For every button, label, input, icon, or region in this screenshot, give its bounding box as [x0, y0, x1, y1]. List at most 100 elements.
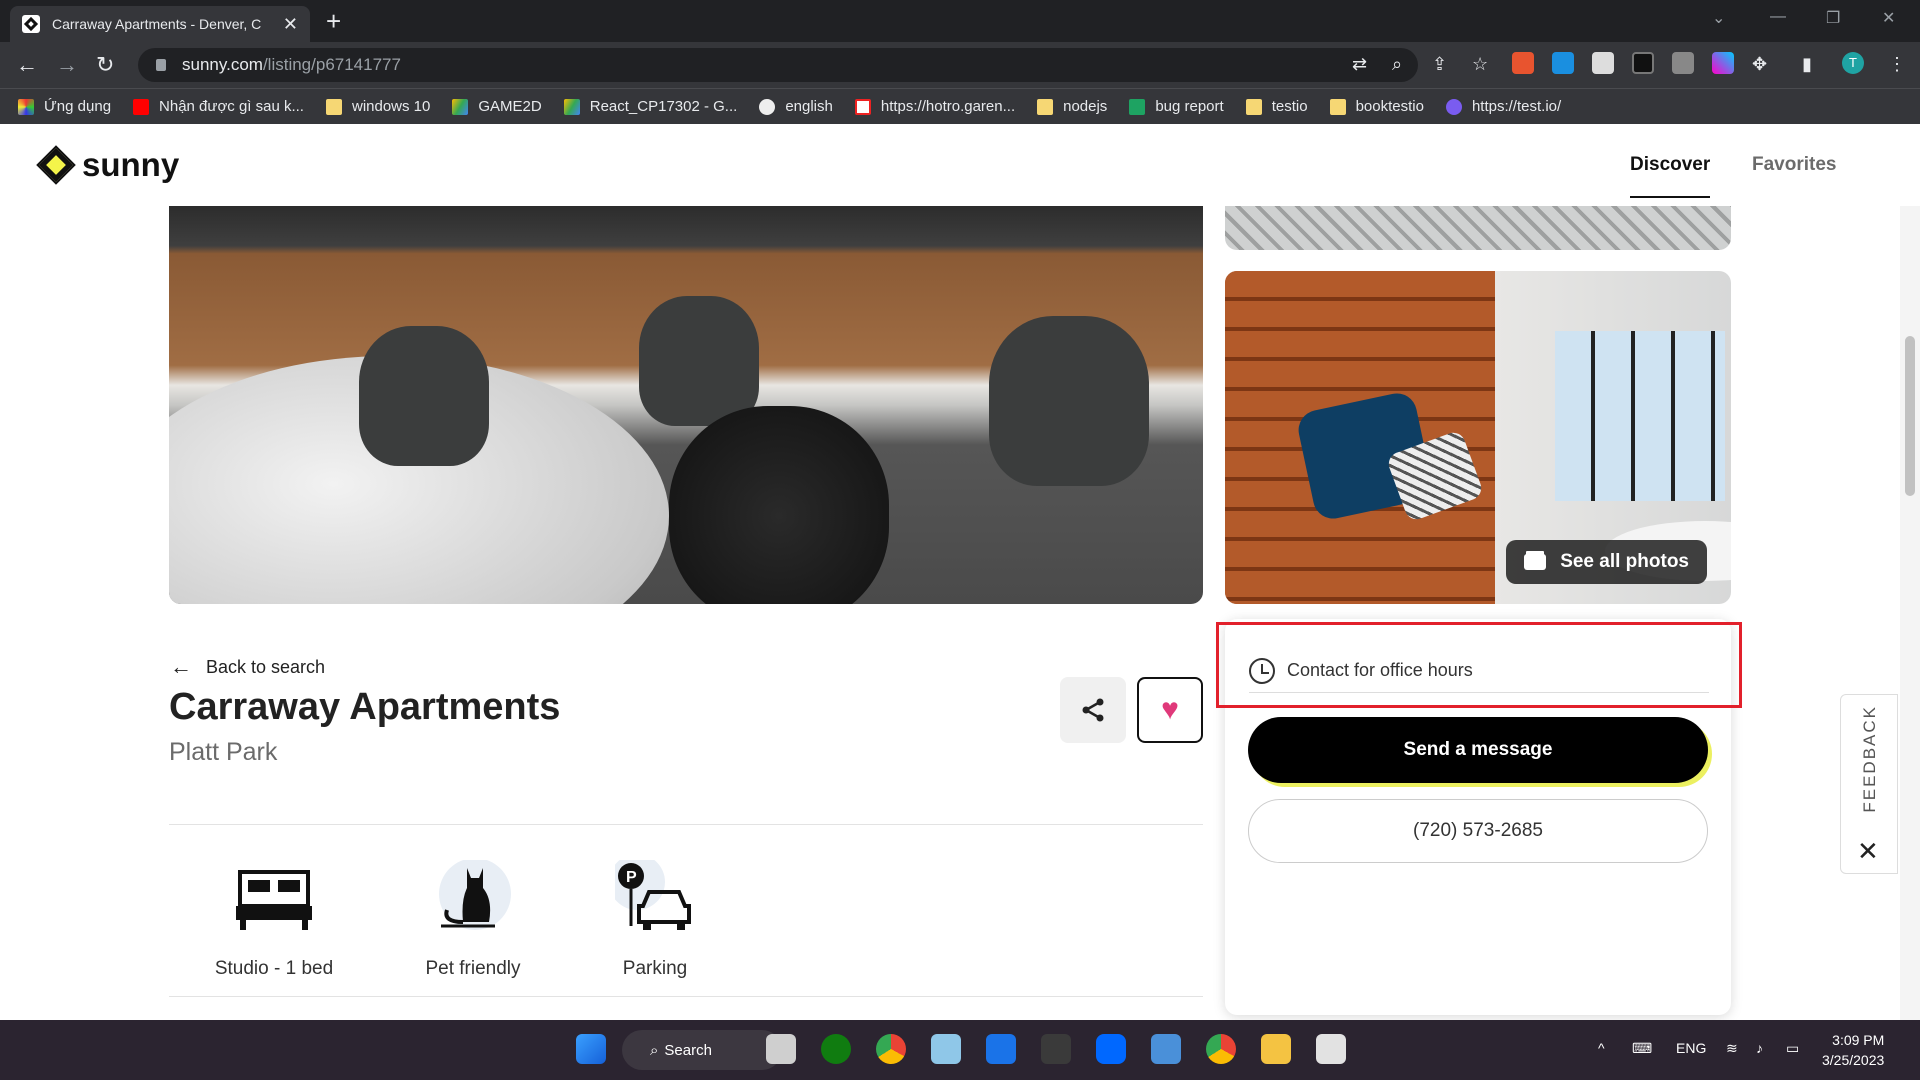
amenity-label: Studio - 1 bed	[214, 958, 334, 979]
windows-start-icon[interactable]	[576, 1034, 606, 1064]
restore-button[interactable]: ❐	[1826, 8, 1840, 28]
feedback-tab[interactable]: FEEDBACK ✕	[1840, 694, 1898, 874]
black-stool	[669, 406, 889, 604]
translate-icon[interactable]: ⇄	[1352, 54, 1367, 75]
google-drive-icon	[563, 98, 580, 115]
bookmark-star-icon[interactable]: ☆	[1472, 54, 1488, 75]
scrollbar-thumb[interactable]	[1905, 336, 1915, 496]
close-icon[interactable]: ✕	[1857, 836, 1879, 867]
bookmark-folder-windows[interactable]: windows 10	[325, 98, 430, 115]
send-message-button[interactable]: Send a message	[1248, 717, 1708, 783]
folder-icon	[325, 98, 342, 115]
side-panel-icon[interactable]: ▮	[1802, 54, 1812, 75]
back-icon[interactable]: ←	[16, 52, 38, 78]
favorite-button[interactable]: ♥	[1137, 677, 1203, 743]
taskbar-search[interactable]: ⌕ Search	[622, 1030, 782, 1070]
amenity-studio: Studio - 1 bed	[194, 860, 354, 980]
bookmark-game2d[interactable]: GAME2D	[452, 98, 542, 115]
mail-icon[interactable]	[986, 1034, 1016, 1064]
wifi-icon[interactable]: ≋	[1726, 1040, 1738, 1057]
windows-taskbar: ⌕ Search ^ ⌨ ENG ≋ ♪ ▭ 3:09 PM 3/25/2023	[0, 1020, 1920, 1080]
xbox-icon[interactable]	[821, 1034, 851, 1064]
page-scrollbar[interactable]	[1900, 206, 1920, 1020]
listing-neighborhood: Platt Park	[169, 738, 278, 766]
taskbar-clock[interactable]: 3:09 PM 3/25/2023	[1822, 1030, 1884, 1070]
bookmark-react[interactable]: React_CP17302 - G...	[563, 98, 737, 115]
parking-car-icon: P	[609, 854, 695, 936]
amenity-parking: P Parking	[575, 854, 735, 980]
battery-icon[interactable]: ▭	[1786, 1040, 1799, 1057]
file-explorer-icon[interactable]	[1261, 1034, 1291, 1064]
forward-icon[interactable]: →	[56, 52, 78, 78]
browser-toolbar: ← → ↻ sunny.com/listing/p67141777 ⇄ ⌕ ⇪ …	[0, 42, 1920, 88]
bookmark-hotro[interactable]: https://hotro.garen...	[854, 98, 1015, 115]
chair	[989, 316, 1149, 486]
volume-icon[interactable]: ♪	[1756, 1040, 1763, 1056]
search-icon: ⌕	[650, 1041, 659, 1059]
bed-icon	[234, 860, 314, 936]
snipping-tool-icon[interactable]	[1316, 1034, 1346, 1064]
listing-photo-lounge[interactable]: See all photos	[1225, 271, 1731, 604]
bookmark-folder-booktestio[interactable]: booktestio	[1329, 98, 1424, 115]
share-page-icon[interactable]: ⇪	[1432, 54, 1447, 75]
minimize-button[interactable]: —	[1770, 8, 1786, 26]
amenity-label: Pet friendly	[425, 958, 521, 979]
extension-dark-icon[interactable]	[1632, 52, 1654, 74]
bookmark-youtube[interactable]: Nhận được gì sau k...	[133, 98, 304, 115]
listing-photo-tile[interactable]	[1225, 206, 1731, 250]
task-view-icon[interactable]	[766, 1034, 796, 1064]
close-window-button[interactable]: ✕	[1882, 8, 1895, 28]
sunny-logo[interactable]: sunny	[36, 145, 179, 185]
phone-button[interactable]: (720) 573-2685	[1248, 799, 1708, 863]
bookmark-folder-nodejs[interactable]: nodejs	[1037, 98, 1107, 115]
app-icon[interactable]	[931, 1034, 961, 1064]
listing-main-photo[interactable]	[169, 206, 1203, 604]
reload-icon[interactable]: ↻	[96, 52, 114, 78]
extension-drop-icon[interactable]	[1552, 52, 1574, 74]
menu-icon[interactable]: ⋮	[1888, 54, 1906, 75]
new-tab-button[interactable]: +	[326, 6, 341, 37]
extensions-puzzle-icon[interactable]: ✥	[1752, 54, 1767, 75]
chrome-icon[interactable]	[876, 1034, 906, 1064]
bookmark-english[interactable]: english	[759, 98, 833, 115]
profile-avatar[interactable]: T	[1842, 52, 1864, 74]
share-button[interactable]	[1060, 677, 1126, 743]
extension-color-icon[interactable]	[1712, 52, 1734, 74]
chair	[639, 296, 759, 426]
address-bar[interactable]: sunny.com/listing/p67141777	[138, 48, 1418, 82]
extension-grid-icon[interactable]	[1592, 52, 1614, 74]
lock-icon	[156, 59, 166, 71]
folder-icon	[1245, 98, 1262, 115]
close-tab-icon[interactable]: ✕	[283, 14, 298, 35]
zoom-icon[interactable]: ⌕	[1392, 54, 1402, 75]
extension-camera-icon[interactable]	[1672, 52, 1694, 74]
nav-discover[interactable]: Discover	[1630, 154, 1711, 198]
tab-search-icon[interactable]: ⌄	[1712, 8, 1725, 28]
youtube-icon	[133, 98, 150, 115]
folder-icon	[1329, 98, 1346, 115]
extension-brave-icon[interactable]	[1512, 52, 1534, 74]
svg-text:P: P	[626, 869, 637, 886]
bookmark-testio[interactable]: https://test.io/	[1445, 98, 1561, 115]
back-to-search-link[interactable]: ← Back to search	[170, 654, 325, 680]
heart-icon: ♥	[1161, 693, 1179, 726]
url-path: /listing/p67141777	[262, 55, 401, 74]
nav-favorites[interactable]: Favorites	[1752, 154, 1836, 176]
chrome-profile-icon[interactable]	[1206, 1034, 1236, 1064]
bookmark-bug-report[interactable]: bug report	[1129, 98, 1224, 115]
monitor-icon[interactable]	[1151, 1034, 1181, 1064]
browser-tab[interactable]: Carraway Apartments - Denver, C ✕	[10, 6, 310, 42]
zalo-icon[interactable]	[1096, 1034, 1126, 1064]
language-indicator[interactable]: ENG	[1676, 1040, 1706, 1056]
amenity-pet-friendly: Pet friendly	[393, 858, 553, 980]
chevron-up-icon[interactable]: ^	[1598, 1040, 1605, 1056]
keyboard-icon[interactable]: ⌨	[1632, 1040, 1652, 1057]
terminal-icon[interactable]	[1041, 1034, 1071, 1064]
see-all-photos-button[interactable]: See all photos	[1506, 540, 1707, 584]
listing-page: sunny Discover Favorites See all photos …	[0, 124, 1920, 1020]
cat-icon	[433, 858, 513, 936]
bookmark-apps[interactable]: Ứng dụng	[18, 98, 111, 115]
chair	[359, 326, 489, 466]
bookmark-folder-testio[interactable]: testio	[1245, 98, 1308, 115]
listing-title: Carraway Apartments	[169, 686, 561, 728]
